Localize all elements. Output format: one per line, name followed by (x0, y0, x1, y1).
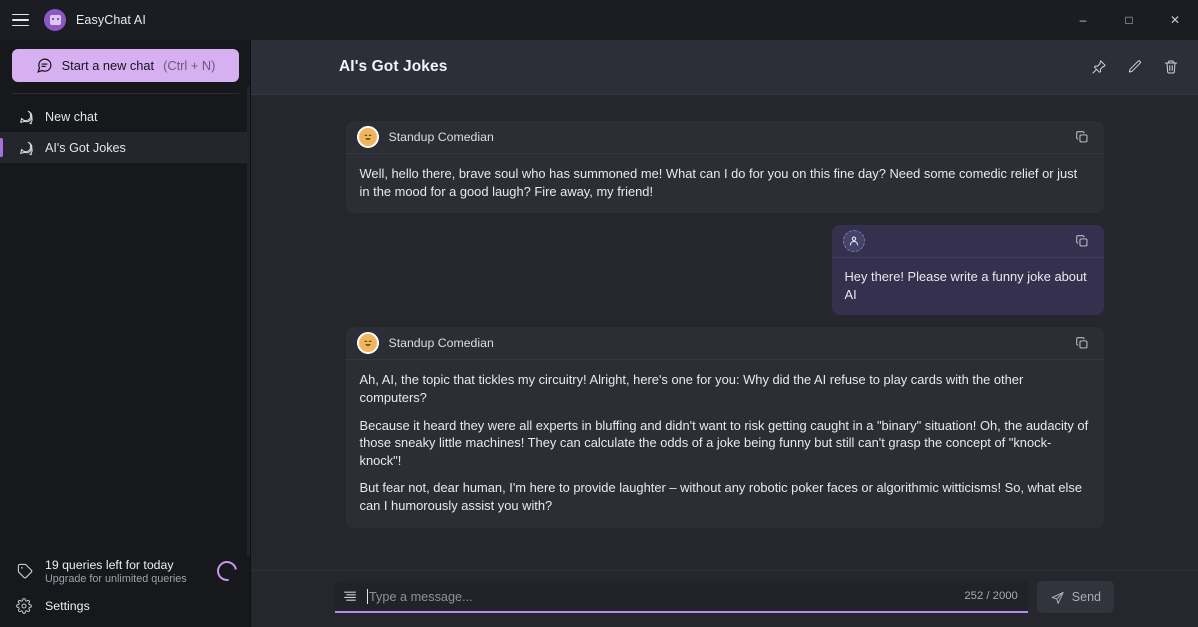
message-header (831, 225, 1104, 259)
pin-icon (1091, 59, 1107, 75)
message-input-placeholder: Type a message... (369, 589, 473, 604)
message-author: Standup Comedian (388, 130, 494, 144)
sidebar-item-label: New chat (45, 109, 98, 124)
copy-icon[interactable] (1072, 127, 1092, 147)
new-chat-label: Start a new chat (61, 58, 155, 73)
copy-icon[interactable] (1072, 231, 1092, 251)
send-plane-icon (1050, 590, 1065, 605)
message-paragraph: Because it heard they were all experts i… (359, 417, 1089, 468)
conversation-header: AI's Got Jokes (251, 40, 1198, 95)
app-window: EasyChat AI – □ ✕ Start a new chat (Ctrl… (0, 0, 1198, 627)
close-button[interactable]: ✕ (1152, 0, 1198, 40)
sidebar-item-ais-got-jokes[interactable]: AI's Got Jokes (0, 132, 251, 163)
quota-texts: 19 queries left for today Upgrade for un… (45, 558, 187, 585)
app-logo-icon (44, 9, 66, 31)
sidebar-item-label: AI's Got Jokes (45, 140, 126, 155)
rename-button[interactable] (1120, 52, 1150, 82)
sidebar-divider (12, 93, 239, 94)
message-paragraph: Hey there! Please write a funny joke abo… (844, 269, 1087, 302)
maximize-button[interactable]: □ (1106, 0, 1152, 40)
message-header: Standup Comedian (345, 121, 1104, 154)
chat-bubble-icon (18, 109, 34, 125)
minimize-button[interactable]: – (1060, 0, 1106, 40)
new-chat-bubble-icon (36, 57, 53, 74)
text-caret (367, 588, 368, 604)
send-button[interactable]: Send (1036, 581, 1114, 613)
start-new-chat-button[interactable]: Start a new chat (Ctrl + N) (12, 49, 239, 82)
quota-subtitle: Upgrade for unlimited queries (45, 572, 187, 585)
trash-icon (1163, 59, 1179, 75)
settings-row[interactable]: Settings (0, 591, 251, 621)
pin-button[interactable] (1084, 52, 1114, 82)
settings-label: Settings (45, 599, 90, 613)
message-user-1: Hey there! Please write a funny joke abo… (831, 225, 1104, 316)
message-body: Well, hello there, brave soul who has su… (346, 154, 1104, 213)
message-body: Ah, AI, the topic that tickles my circui… (346, 360, 1104, 527)
delete-button[interactable] (1156, 52, 1186, 82)
message-input[interactable]: Type a message... (365, 588, 964, 604)
tag-icon (16, 562, 34, 580)
message-paragraph: But fear not, dear human, I'm here to pr… (359, 480, 1083, 513)
header-actions (1084, 52, 1186, 82)
page-title: AI's Got Jokes (339, 58, 448, 75)
main-body: Start a new chat (Ctrl + N) New chat AI'… (0, 40, 1198, 627)
quota-row[interactable]: 19 queries left for today Upgrade for un… (0, 551, 251, 591)
message-paragraph: Ah, AI, the topic that tickles my circui… (359, 372, 1024, 405)
message-paragraph: Well, hello there, brave soul who has su… (359, 166, 1078, 199)
smiley-face-avatar (356, 126, 379, 148)
sidebar-item-new-chat[interactable]: New chat (0, 101, 251, 132)
main-panel: AI's Got Jokes Standup Comedian Well, he… (251, 40, 1198, 627)
message-header: Standup Comedian (345, 327, 1104, 361)
gear-icon (16, 598, 34, 614)
prompt-library-icon[interactable] (335, 581, 365, 611)
sidebar: Start a new chat (Ctrl + N) New chat AI'… (0, 40, 251, 627)
chat-list: New chat AI's Got Jokes (0, 101, 251, 163)
message-author: Standup Comedian (388, 336, 494, 351)
chat-bubble-icon (18, 140, 34, 156)
send-label: Send (1071, 590, 1101, 604)
character-counter: 252 / 2000 (964, 590, 1018, 602)
message-bot-2: Standup Comedian Ah, AI, the topic that … (345, 327, 1104, 528)
hamburger-icon[interactable] (0, 0, 40, 40)
message-scroll-area[interactable]: Standup Comedian Well, hello there, brav… (251, 95, 1198, 570)
new-chat-container: Start a new chat (Ctrl + N) (0, 40, 251, 82)
copy-icon[interactable] (1072, 333, 1092, 353)
new-chat-shortcut: (Ctrl + N) (163, 58, 216, 73)
message-body: Hey there! Please write a funny joke abo… (832, 258, 1104, 315)
title-bar: EasyChat AI – □ ✕ (0, 0, 1198, 40)
app-title: EasyChat AI (76, 13, 146, 27)
composer: Type a message... 252 / 2000 Send (251, 570, 1198, 627)
message-bot-1: Standup Comedian Well, hello there, brav… (345, 121, 1104, 214)
window-controls: – □ ✕ (1060, 0, 1198, 40)
message-input-box[interactable]: Type a message... 252 / 2000 (335, 581, 1028, 613)
loading-spinner-icon (213, 557, 241, 585)
edit-icon (1127, 59, 1143, 75)
sidebar-footer: 19 queries left for today Upgrade for un… (0, 551, 251, 627)
smiley-face-avatar (356, 332, 379, 355)
person-avatar-icon (842, 230, 865, 253)
message-list: Standup Comedian Well, hello there, brav… (345, 121, 1104, 528)
quota-title: 19 queries left for today (45, 557, 174, 572)
